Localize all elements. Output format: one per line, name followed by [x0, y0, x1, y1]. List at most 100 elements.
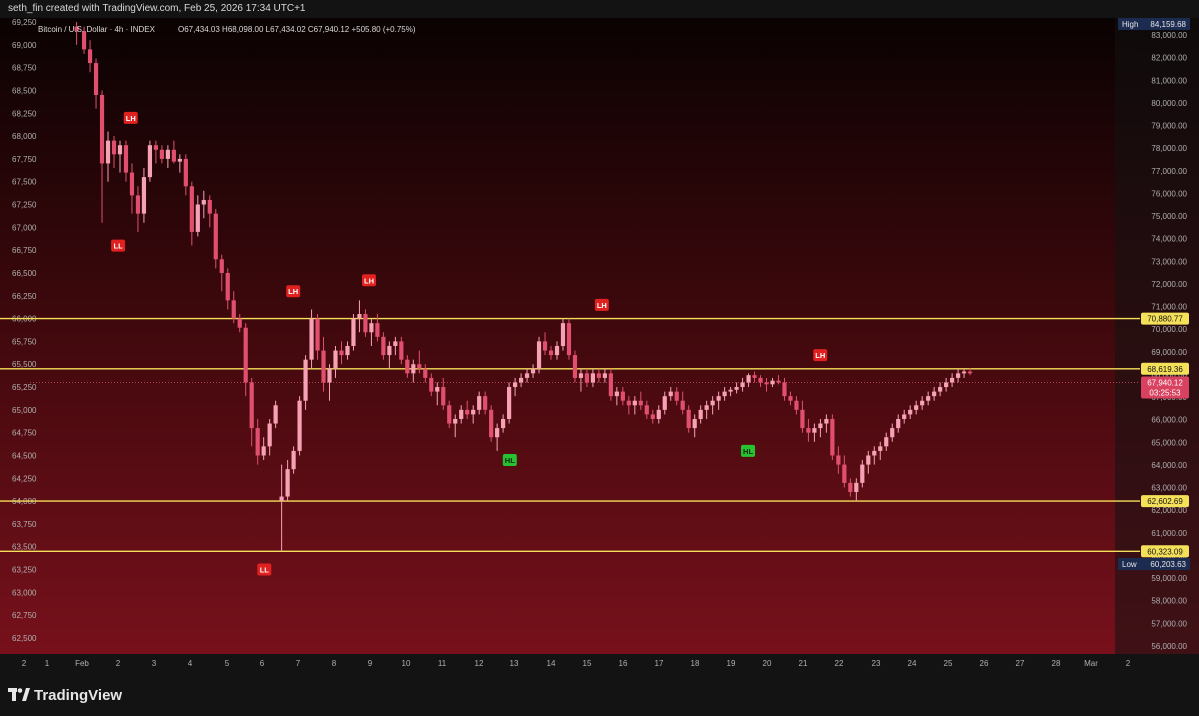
- candle-body: [477, 396, 482, 410]
- candle-body: [147, 145, 153, 178]
- chart-svg[interactable]: 69,250 69,000 68,750 68,500 68,250 68,000 67,7…: [0, 18, 1199, 672]
- candle-body: [770, 380, 775, 385]
- candle-body: [297, 400, 302, 451]
- candle-body: [249, 382, 254, 429]
- candle-body: [165, 149, 170, 159]
- candle-body: [357, 314, 362, 319]
- candle-body: [243, 327, 248, 383]
- candle-body: [548, 350, 554, 356]
- time-tick-label: 27: [1016, 659, 1025, 668]
- candle-body: [860, 464, 865, 483]
- candle-body: [483, 396, 488, 410]
- candle-body: [237, 318, 242, 328]
- candle-body: [201, 199, 206, 205]
- candle-body: [680, 400, 685, 410]
- candle-body: [518, 377, 524, 383]
- left-tick-label: 69,000: [12, 41, 37, 50]
- candle-body: [405, 359, 410, 374]
- price-chart[interactable]: 69,250 69,000 68,750 68,500 68,250 68,000 67,7…: [0, 18, 1199, 672]
- time-tick-label: 18: [691, 659, 700, 668]
- candle-body: [159, 149, 164, 159]
- candle-body: [668, 391, 673, 397]
- candle-body: [279, 496, 284, 502]
- level-price-label: 60,323.09: [1147, 547, 1183, 556]
- candle-body: [554, 345, 560, 356]
- candle-body: [608, 373, 613, 397]
- candle-body: [848, 482, 853, 492]
- candle-body: [381, 336, 386, 356]
- candle-body: [459, 409, 464, 419]
- left-tick-label: 67,750: [12, 155, 37, 164]
- time-tick-label: 14: [547, 659, 556, 668]
- candle-body: [375, 323, 380, 337]
- candle-body: [938, 387, 943, 392]
- candle-body: [674, 391, 679, 401]
- left-tick-label: 63,000: [12, 588, 37, 597]
- chart-background: [0, 18, 1199, 672]
- left-tick-label: 68,500: [12, 86, 37, 95]
- right-tick-label: 77,000.00: [1151, 167, 1187, 176]
- left-tick-label: 66,500: [12, 269, 37, 278]
- time-tick-label: 17: [655, 659, 664, 668]
- right-tick-label: 65,000.00: [1151, 438, 1187, 447]
- candle-body: [393, 341, 398, 346]
- marker-label: LH: [288, 287, 298, 296]
- time-tick-label: 19: [727, 659, 736, 668]
- candle-body: [758, 377, 763, 383]
- left-tick-label: 64,500: [12, 451, 37, 460]
- time-tick-label: 13: [510, 659, 519, 668]
- time-tick-label: 6: [260, 659, 265, 668]
- high-badge-label: High: [1122, 20, 1138, 29]
- candle-body: [273, 405, 278, 424]
- right-tick-label: 66,000.00: [1151, 416, 1187, 425]
- right-tick-label: 61,000.00: [1151, 529, 1187, 538]
- candle-body: [764, 382, 769, 385]
- level-price-label: 70,880.77: [1147, 315, 1183, 324]
- candle-body: [878, 446, 883, 451]
- candle-body: [632, 400, 637, 406]
- left-tick-label: 67,000: [12, 223, 37, 232]
- left-tick-label: 66,750: [12, 246, 37, 255]
- right-tick-label: 74,000.00: [1151, 235, 1187, 244]
- low-badge-label: Low: [1122, 560, 1137, 569]
- candle-body: [87, 49, 93, 64]
- tradingview-logo[interactable]: TradingView: [8, 686, 122, 704]
- time-tick-label: 15: [583, 659, 592, 668]
- left-tick-label: 68,250: [12, 109, 37, 118]
- candle-body: [213, 213, 218, 260]
- time-tick-label: 22: [835, 659, 844, 668]
- candle-body: [734, 387, 739, 390]
- candle-body: [866, 455, 871, 465]
- candle-body: [560, 323, 566, 346]
- left-tick-label: 65,000: [12, 406, 37, 415]
- candle-body: [339, 350, 344, 356]
- right-tick-label: 75,000.00: [1151, 212, 1187, 221]
- candle-body: [776, 380, 781, 383]
- candle-body: [129, 172, 135, 196]
- candle-body: [536, 341, 542, 369]
- candle-body: [602, 373, 607, 378]
- candle-body: [842, 464, 847, 483]
- candle-body: [153, 145, 159, 150]
- candle-body: [303, 359, 308, 401]
- candle-body: [489, 409, 494, 438]
- left-tick-label: 63,250: [12, 566, 37, 575]
- candle-body: [920, 400, 925, 406]
- candle-body: [225, 272, 230, 301]
- ohlc-values: O67,434.03 H68,098.00 L67,434.02 C67,940…: [178, 25, 416, 34]
- right-tick-label: 64,000.00: [1151, 461, 1187, 470]
- candle-body: [135, 195, 141, 214]
- right-tick-label: 69,000.00: [1151, 348, 1187, 357]
- left-tick-label: 69,250: [12, 18, 37, 27]
- candle-body: [291, 450, 296, 470]
- candle-body: [836, 455, 841, 465]
- left-tick-label: 66,250: [12, 292, 37, 301]
- marker-label: LH: [597, 301, 607, 310]
- candle-body: [596, 373, 602, 378]
- time-tick-label: 7: [296, 659, 301, 668]
- right-tick-label: 81,000.00: [1151, 76, 1187, 85]
- candle-body: [465, 409, 470, 415]
- left-tick-label: 64,750: [12, 429, 37, 438]
- level-price-label: 62,602.69: [1147, 497, 1183, 506]
- left-tick-label: 65,750: [12, 337, 37, 346]
